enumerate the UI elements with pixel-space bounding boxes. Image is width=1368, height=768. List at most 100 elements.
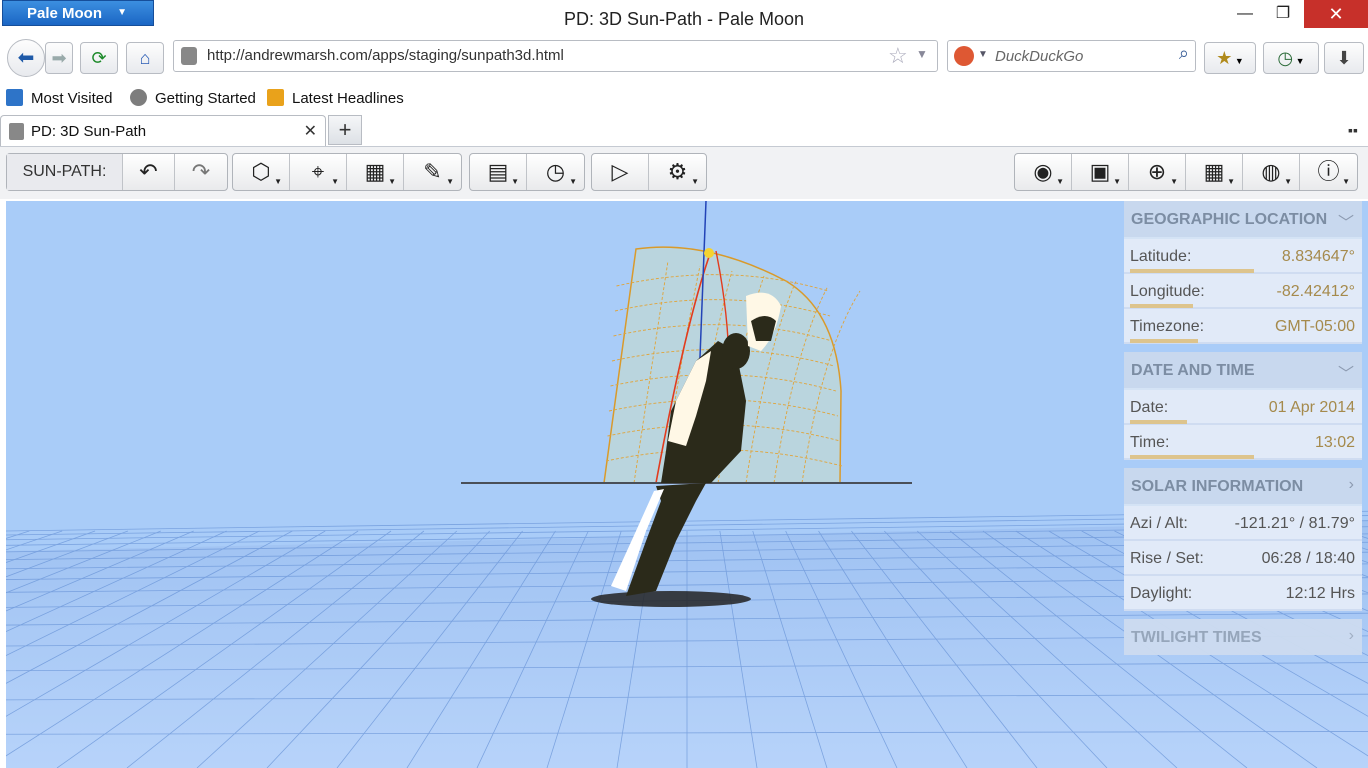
longitude-row[interactable]: Longitude: -82.42412° <box>1124 274 1362 309</box>
daylight-value: 12:12 Hrs <box>1285 585 1355 602</box>
new-tab-button[interactable]: + <box>328 115 362 145</box>
time-slider[interactable] <box>1130 455 1255 459</box>
bookmark-label: Most Visited <box>31 90 113 107</box>
playback-group: ▷ ⚙ ▼ <box>591 153 707 191</box>
chevron-down-icon: ▼ <box>1284 177 1292 186</box>
view-button[interactable]: ◉ ▼ <box>1015 154 1072 190</box>
crosshair-globe-icon: ⊕ <box>1147 159 1167 184</box>
reload-icon: ⟳ <box>91 48 107 68</box>
azimuth-altitude-value: -121.21° / 81.79° <box>1234 515 1355 532</box>
duckduckgo-icon[interactable] <box>954 46 974 66</box>
search-input[interactable]: DuckDuckGo <box>995 48 1083 65</box>
calendar-icon: ▤ <box>487 159 509 184</box>
timezone-label: Timezone: <box>1130 318 1205 335</box>
grid-button[interactable]: ▦ ▼ <box>347 154 404 190</box>
model-button[interactable]: ⬡ ▼ <box>233 154 290 190</box>
bookmark-label: Latest Headlines <box>292 90 404 107</box>
chevron-right-icon: › <box>1348 476 1354 493</box>
url-bar[interactable]: http://andrewmarsh.com/apps/staging/sunp… <box>173 40 938 72</box>
date-value[interactable]: 01 Apr 2014 <box>1269 399 1355 417</box>
timezone-value[interactable]: GMT-05:00 <box>1275 318 1355 336</box>
azimuth-altitude-row: Azi / Alt: -121.21° / 81.79° <box>1124 506 1362 541</box>
download-icon: ⬇ <box>1336 48 1352 68</box>
date-row[interactable]: Date: 01 Apr 2014 <box>1124 390 1362 425</box>
display-button[interactable]: ▣ ▼ <box>1072 154 1129 190</box>
redo-button[interactable]: ↷ <box>175 154 227 190</box>
window-title: PD: 3D Sun-Path - Pale Moon <box>563 9 805 29</box>
tab-strip: PD: 3D Sun-Path ✕ + ▪▪ <box>0 112 1368 147</box>
timezone-slider[interactable] <box>1130 339 1198 343</box>
bookmarks-menu-button[interactable]: ★ ▼ <box>1204 42 1256 74</box>
search-bar[interactable]: ▼ DuckDuckGo ⌕ <box>947 40 1196 72</box>
schedule-button[interactable]: ▦ ▼ <box>1186 154 1243 190</box>
rise-set-value: 06:28 / 18:40 <box>1261 550 1355 567</box>
undo-button[interactable]: ↶ <box>123 154 175 190</box>
sun-marker <box>704 248 714 258</box>
back-button[interactable]: ⬅ <box>7 39 45 77</box>
daylight-label: Daylight: <box>1130 585 1193 602</box>
downloads-button[interactable]: ⬇ <box>1324 42 1364 74</box>
time-row[interactable]: Time: 13:02 <box>1124 425 1362 460</box>
tab-title: PD: 3D Sun-Path <box>31 123 147 140</box>
settings-button[interactable]: ⚙ ▼ <box>649 154 706 190</box>
maximize-button[interactable]: ❐ <box>1260 0 1306 28</box>
close-window-button[interactable]: ✕ <box>1304 0 1368 28</box>
clock-button[interactable]: ◷ ▼ <box>527 154 584 190</box>
location-button[interactable]: ⌖ ▼ <box>290 154 347 190</box>
bookmark-most-visited[interactable]: Most Visited <box>6 89 112 107</box>
app-toolbar: SUN-PATH: ↶ ↷ ⬡ ▼ ⌖ ▼ ▦ ▼ ✎ ▼ ▤ ▼ ◷ ▼ ▷ ⚙ ▼ ◉ ▼ … <box>0 147 1368 199</box>
longitude-value[interactable]: -82.42412° <box>1277 283 1355 301</box>
section-title: SOLAR INFORMATION <box>1131 478 1304 495</box>
navigation-bar: ⬅ ➡ ⟳ ⌂ http://andrewmarsh.com/apps/stag… <box>0 36 1368 80</box>
latitude-slider[interactable] <box>1130 269 1255 273</box>
datetime-group: ▤ ▼ ◷ ▼ <box>469 153 585 191</box>
bookmark-star-icon[interactable]: ☆ <box>888 43 908 69</box>
time-value[interactable]: 13:02 <box>1315 434 1355 452</box>
geographic-location-header[interactable]: GEOGRAPHIC LOCATION ﹀ <box>1124 201 1362 237</box>
geographic-location-section: GEOGRAPHIC LOCATION ﹀ Latitude: 8.834647° … <box>1124 201 1362 344</box>
timezone-row[interactable]: Timezone: GMT-05:00 <box>1124 309 1362 344</box>
chevron-down-icon: ▼ <box>1342 177 1350 186</box>
bookmark-latest-headlines[interactable]: Latest Headlines <box>267 89 404 107</box>
solar-information-header[interactable]: SOLAR INFORMATION › <box>1124 468 1362 504</box>
reload-button[interactable]: ⟳ <box>80 42 118 74</box>
most-visited-icon <box>6 89 23 106</box>
history-group: SUN-PATH: ↶ ↷ <box>6 153 228 191</box>
forward-button[interactable]: ➡ <box>45 42 73 74</box>
chevron-right-icon: › <box>1348 627 1354 644</box>
chevron-down-icon: ▼ <box>331 177 339 186</box>
latitude-value[interactable]: 8.834647° <box>1282 248 1355 266</box>
info-button[interactable]: ⓘ ▼ <box>1300 154 1357 190</box>
calendar-button[interactable]: ▤ ▼ <box>470 154 527 190</box>
time-label: Time: <box>1130 434 1170 451</box>
clock-icon: ◷ <box>1277 48 1294 68</box>
twilight-times-header[interactable]: TWILIGHT TIMES › <box>1124 619 1362 655</box>
globe-button[interactable]: ◍ ▼ <box>1243 154 1300 190</box>
sunpath-diagram-button[interactable]: ⊕ ▼ <box>1129 154 1186 190</box>
tab-sun-path[interactable]: PD: 3D Sun-Path ✕ <box>0 115 326 146</box>
edit-button[interactable]: ✎ ▼ <box>404 154 461 190</box>
chevron-down-icon: ▼ <box>511 177 519 186</box>
chevron-down-icon[interactable]: ▼ <box>978 49 988 60</box>
latitude-label: Latitude: <box>1130 248 1192 265</box>
longitude-slider[interactable] <box>1130 304 1194 308</box>
play-button[interactable]: ▷ <box>592 154 649 190</box>
rise-set-label: Rise / Set: <box>1130 550 1204 567</box>
globe-icon <box>130 89 147 106</box>
latitude-row[interactable]: Latitude: 8.834647° <box>1124 239 1362 274</box>
bookmark-getting-started[interactable]: Getting Started <box>130 89 256 107</box>
date-slider[interactable] <box>1130 420 1187 424</box>
longitude-label: Longitude: <box>1130 283 1205 300</box>
tab-list-icon[interactable]: ▪▪ <box>1348 122 1358 138</box>
title-bar: Pale Moon ▼ PD: 3D Sun-Path - Pale Moon —… <box>0 0 1368 36</box>
url-dropdown-icon[interactable]: ▼ <box>916 47 928 61</box>
gear-icon: ⚙ <box>667 159 688 184</box>
chevron-down-icon: ▼ <box>1113 177 1121 186</box>
search-icon[interactable]: ⌕ <box>1179 43 1189 64</box>
history-button[interactable]: ◷ ▼ <box>1263 42 1319 74</box>
home-button[interactable]: ⌂ <box>126 42 164 74</box>
chevron-down-icon: ▼ <box>1227 177 1235 186</box>
close-tab-icon[interactable]: ✕ <box>304 121 317 141</box>
date-time-header[interactable]: DATE AND TIME ﹀ <box>1124 352 1362 388</box>
url-text[interactable]: http://andrewmarsh.com/apps/staging/sunp… <box>207 47 564 64</box>
